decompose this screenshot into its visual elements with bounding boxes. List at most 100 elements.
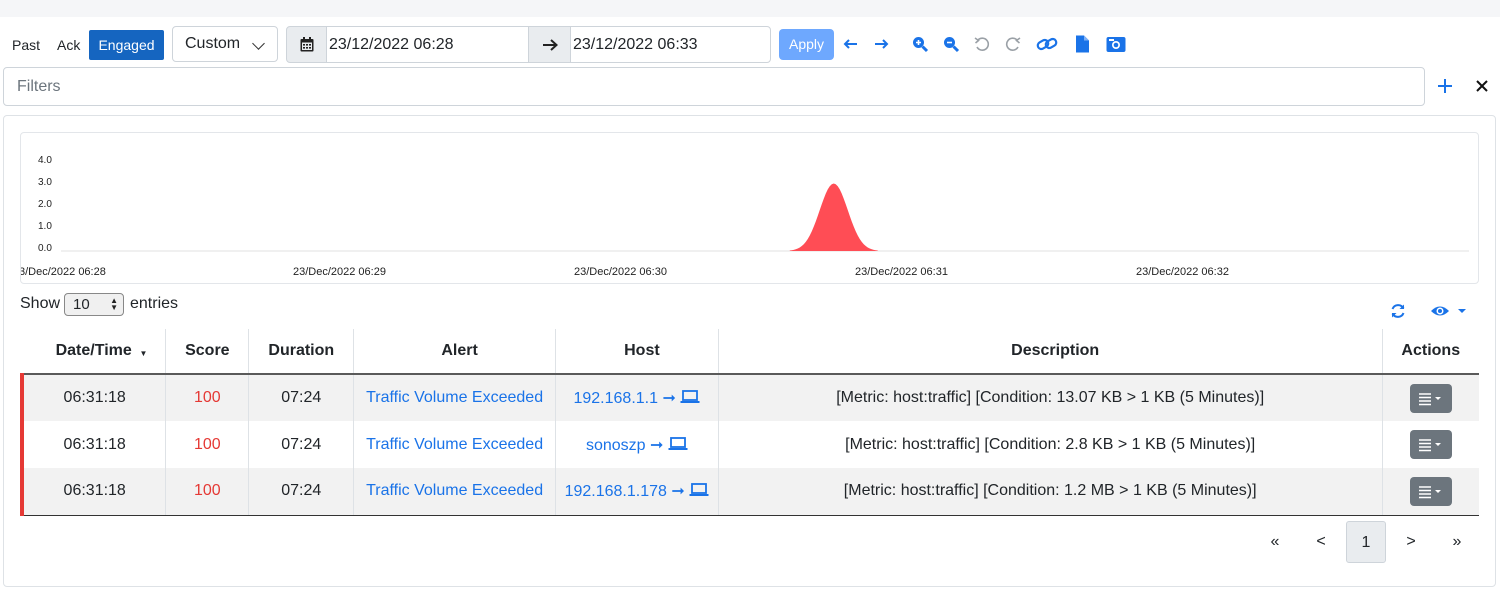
cell-host: 192.168.1.178 ➞ bbox=[554, 468, 719, 516]
chevron-down-icon bbox=[252, 37, 265, 50]
past-filter-button[interactable]: Past bbox=[4, 30, 48, 60]
alert-link[interactable]: Traffic Volume Exceeded bbox=[353, 468, 556, 516]
cell-actions bbox=[1381, 421, 1479, 468]
zoom-in-icon[interactable] bbox=[911, 35, 929, 53]
cell-description: [Metric: host:traffic] [Condition: 1.2 M… bbox=[717, 468, 1383, 516]
x-tick-label: 23/Dec/2022 06:30 bbox=[574, 266, 667, 278]
zoom-out-icon[interactable] bbox=[942, 35, 960, 53]
show-label: Show bbox=[20, 295, 61, 312]
header-label: Score bbox=[185, 342, 230, 359]
start-datetime-input[interactable]: 23/12/2022 06:28 bbox=[326, 26, 529, 63]
cell-duration: 07:24 bbox=[248, 374, 354, 421]
close-icon[interactable] bbox=[1476, 80, 1488, 92]
end-datetime-input[interactable]: 23/12/2022 06:33 bbox=[570, 26, 771, 63]
table-row: 06:31:18 100 07:24 Traffic Volume Exceed… bbox=[20, 421, 1479, 468]
cell-host: 192.168.1.1 ➞ bbox=[554, 374, 719, 421]
refresh-icon[interactable] bbox=[1389, 302, 1407, 320]
header-label: Alert bbox=[441, 342, 478, 359]
table-row: 06:31:18 100 07:24 Traffic Volume Exceed… bbox=[20, 374, 1479, 421]
calendar-button[interactable] bbox=[286, 26, 327, 63]
list-menu-icon bbox=[1418, 485, 1441, 499]
plus-icon[interactable] bbox=[1437, 78, 1453, 94]
list-menu-icon bbox=[1418, 439, 1441, 452]
header-label: Description bbox=[1011, 342, 1100, 359]
column-header-duration[interactable]: Duration bbox=[248, 329, 354, 375]
file-icon[interactable] bbox=[1074, 35, 1090, 53]
cell-actions bbox=[1381, 374, 1479, 421]
engaged-filter-button[interactable]: Engaged bbox=[89, 30, 164, 60]
range-arrow-addon bbox=[528, 26, 571, 63]
laptop-icon[interactable] bbox=[680, 390, 700, 404]
chart-plot bbox=[61, 183, 1469, 252]
cell-score: 100 bbox=[165, 421, 249, 468]
x-tick-label: 23/Dec/2022 06:32 bbox=[1136, 266, 1229, 278]
header-label: Duration bbox=[268, 342, 335, 359]
table-header-row: Date/Time ▼ Score Duration Alert Host Des… bbox=[22, 329, 1479, 375]
ack-filter-button[interactable]: Ack bbox=[49, 30, 88, 60]
link-icon[interactable] bbox=[1036, 35, 1058, 53]
host-link[interactable]: 192.168.1.1 bbox=[573, 390, 658, 407]
alerts-chart: 4.0 3.0 2.0 1.0 0.0 3/Dec/2022 06:28 23/… bbox=[20, 132, 1479, 284]
cell-duration: 07:24 bbox=[248, 421, 354, 468]
x-tick-label: 23/Dec/2022 06:29 bbox=[293, 266, 386, 278]
apply-button[interactable]: Apply bbox=[779, 29, 834, 60]
column-visibility-button[interactable] bbox=[1430, 302, 1470, 320]
column-header-score[interactable]: Score bbox=[165, 329, 249, 375]
range-select-value: Custom bbox=[185, 35, 241, 52]
calendar-icon bbox=[300, 37, 313, 52]
x-tick-label: 23/Dec/2022 06:31 bbox=[855, 266, 948, 278]
cell-score: 100 bbox=[165, 374, 249, 421]
top-strip bbox=[0, 0, 1500, 17]
row-actions-button[interactable] bbox=[1409, 476, 1452, 506]
range-select[interactable]: Custom bbox=[172, 26, 278, 62]
alert-link[interactable]: Traffic Volume Exceeded bbox=[353, 374, 556, 421]
pagination-prev-button[interactable]: < bbox=[1303, 521, 1339, 563]
laptop-icon[interactable] bbox=[689, 483, 709, 497]
cell-description: [Metric: host:traffic] [Condition: 13.07… bbox=[717, 374, 1383, 421]
toolbar: Past Ack Engaged Custom 23/12/2022 06:28… bbox=[0, 26, 1500, 63]
cell-time: 06:31:18 bbox=[20, 421, 166, 468]
filters-input[interactable]: Filters bbox=[3, 67, 1425, 106]
table-row: 06:31:18 100 07:24 Traffic Volume Exceed… bbox=[20, 468, 1479, 516]
alert-link[interactable]: Traffic Volume Exceeded bbox=[353, 421, 556, 468]
pagination-page-button[interactable]: 1 bbox=[1346, 521, 1386, 563]
column-header-description[interactable]: Description bbox=[717, 329, 1383, 375]
row-actions-button[interactable] bbox=[1409, 383, 1452, 413]
column-header-host[interactable]: Host bbox=[554, 329, 719, 375]
column-header-actions: Actions bbox=[1381, 329, 1479, 375]
entries-select-value: 10 bbox=[73, 296, 90, 313]
laptop-icon[interactable] bbox=[668, 436, 688, 451]
undo-icon[interactable] bbox=[973, 35, 991, 53]
spinner-arrows-icon: ▲ ▼ bbox=[110, 296, 118, 312]
host-link[interactable]: sonoszp bbox=[586, 437, 646, 454]
header-label: Host bbox=[624, 342, 660, 359]
cell-duration: 07:24 bbox=[248, 468, 354, 516]
arrow-left-icon[interactable] bbox=[842, 35, 860, 53]
arrow-right-icon[interactable] bbox=[872, 35, 890, 53]
sort-desc-icon: ▼ bbox=[139, 349, 148, 358]
cell-actions bbox=[1381, 468, 1479, 516]
alerts-table: Date/Time ▼ Score Duration Alert Host Des… bbox=[20, 329, 1479, 516]
arrow-right-icon: ➞ bbox=[650, 436, 664, 454]
pagination-first-button[interactable]: « bbox=[1257, 521, 1293, 563]
cell-description: [Metric: host:traffic] [Condition: 2.8 K… bbox=[717, 421, 1383, 468]
row-actions-button[interactable] bbox=[1409, 430, 1452, 459]
arrow-right-icon bbox=[542, 38, 558, 51]
entries-label: entries bbox=[130, 295, 179, 312]
series-area bbox=[789, 183, 878, 251]
arrow-right-icon: ➞ bbox=[671, 483, 685, 501]
arrow-right-icon: ➞ bbox=[662, 390, 676, 407]
column-header-datetime[interactable]: Date/Time ▼ bbox=[22, 329, 166, 375]
cell-host: sonoszp ➞ bbox=[554, 421, 719, 468]
pagination-next-button[interactable]: > bbox=[1393, 521, 1429, 563]
host-link[interactable]: 192.168.1.178 bbox=[565, 483, 667, 500]
header-label: Actions bbox=[1401, 342, 1461, 359]
column-header-alert[interactable]: Alert bbox=[353, 329, 556, 375]
eye-icon bbox=[1431, 306, 1466, 316]
entries-select[interactable]: 10 ▲ ▼ bbox=[64, 293, 124, 316]
cell-time: 06:31:18 bbox=[20, 374, 166, 421]
screenshot-icon[interactable] bbox=[1106, 35, 1126, 53]
list-menu-icon bbox=[1418, 392, 1441, 405]
redo-icon[interactable] bbox=[1004, 35, 1022, 53]
pagination-last-button[interactable]: » bbox=[1439, 521, 1475, 563]
